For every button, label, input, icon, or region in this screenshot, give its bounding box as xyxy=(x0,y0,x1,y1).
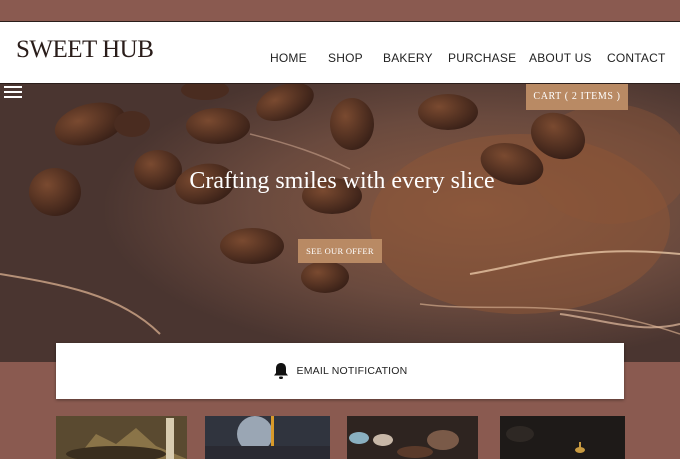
product-thumbnail-1[interactable] xyxy=(56,416,187,459)
nav-purchase[interactable]: PURCHASE xyxy=(448,51,516,65)
cart-button[interactable]: CART ( 2 ITEMS ) xyxy=(526,84,628,110)
product-thumbnail-3[interactable] xyxy=(347,416,478,459)
nav-contact[interactable]: CONTACT xyxy=(607,51,666,65)
tea-set-image xyxy=(347,416,478,459)
syrup-pour-image xyxy=(205,416,330,459)
hero-headline: Crafting smiles with every slice xyxy=(189,168,495,194)
coffee-beans-background-image xyxy=(0,84,680,362)
nav-shop[interactable]: SHOP xyxy=(328,51,363,65)
site-header: SWEET HUB HOME SHOP BAKERY PURCHASE ABOU… xyxy=(0,22,680,84)
hero-banner xyxy=(0,84,680,362)
bell-icon xyxy=(273,363,288,379)
top-strip xyxy=(0,0,680,22)
main-nav: HOME SHOP BAKERY PURCHASE ABOUT US CONTA… xyxy=(0,51,680,67)
nav-home[interactable]: HOME xyxy=(270,51,307,65)
email-notification-bar[interactable]: EMAIL NOTIFICATION xyxy=(56,343,624,399)
email-notification-label: EMAIL NOTIFICATION xyxy=(296,365,408,377)
nav-about-us[interactable]: ABOUT US xyxy=(529,51,592,65)
dark-dessert-image xyxy=(500,416,625,459)
hamburger-menu-icon[interactable] xyxy=(4,86,22,98)
pastry-image xyxy=(56,416,187,459)
nav-bakery[interactable]: BAKERY xyxy=(383,51,433,65)
product-thumbnail-4[interactable] xyxy=(500,416,625,459)
product-thumbnail-2[interactable] xyxy=(205,416,330,459)
see-our-offer-button[interactable]: SEE OUR OFFER xyxy=(298,239,382,263)
